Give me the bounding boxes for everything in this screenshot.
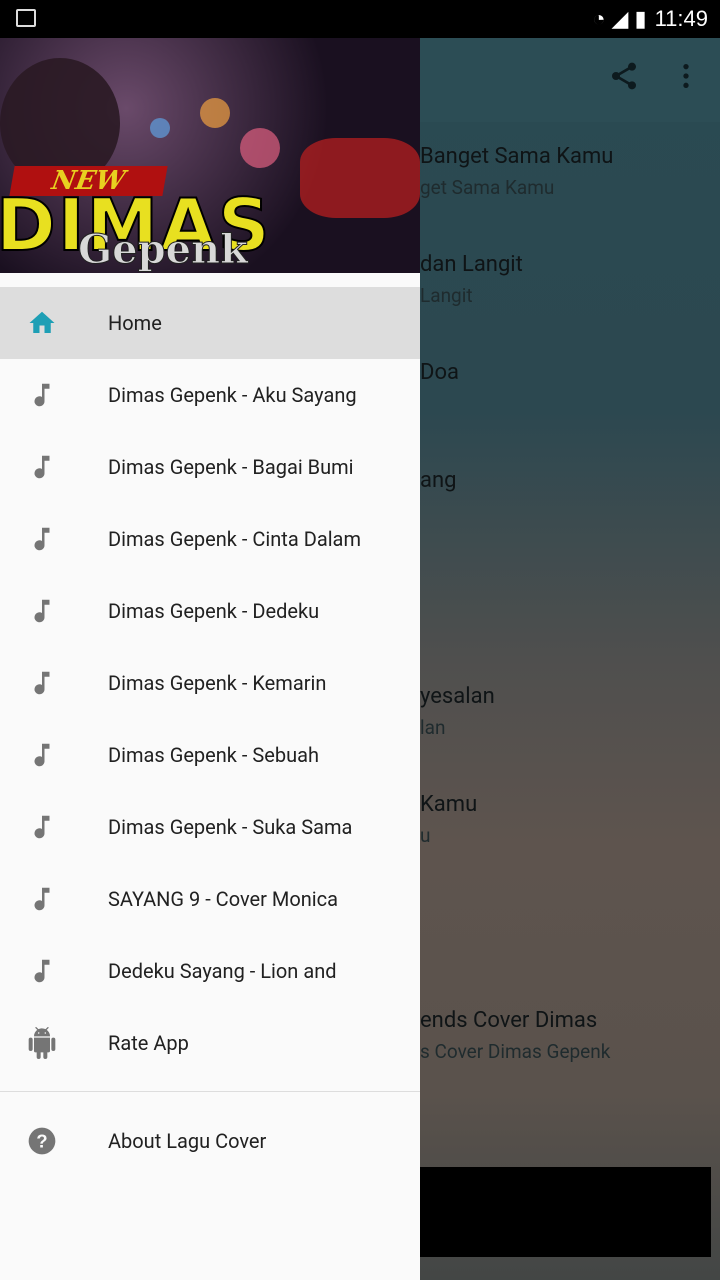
drawer-item-sayang-9-cover-monica[interactable]: SAYANG 9 - Cover Monica [0, 863, 420, 935]
drawer-item-dimas-gepenk-cinta-dalam[interactable]: Dimas Gepenk - Cinta Dalam [0, 503, 420, 575]
wifi-icon: ◔ [592, 6, 606, 31]
music-note-icon [26, 667, 58, 699]
drawer-item-label: Dimas Gepenk - Cinta Dalam [108, 527, 361, 551]
android-icon [26, 1027, 58, 1059]
song-subtitle: get Sama Kamu [420, 176, 555, 199]
drawer-item-about[interactable]: ? About Lagu Cover [0, 1105, 420, 1177]
more-vert-icon[interactable] [676, 60, 696, 100]
music-note-icon [26, 883, 58, 915]
drawer-item-dimas-gepenk-aku-sayang[interactable]: Dimas Gepenk - Aku Sayang [0, 359, 420, 431]
song-title: dan Langit [420, 252, 523, 277]
drawer-item-label: Rate App [108, 1031, 189, 1055]
drawer-item-label: Dimas Gepenk - Sebuah [108, 743, 320, 767]
song-title: Banget Sama Kamu [420, 144, 614, 169]
home-icon [26, 307, 58, 339]
song-title: Kamu [420, 792, 478, 817]
signal-icon: ◢ [611, 6, 629, 31]
drawer-item-dimas-gepenk-suka-sama[interactable]: Dimas Gepenk - Suka Sama [0, 791, 420, 863]
song-subtitle: u [420, 824, 431, 847]
music-note-icon [26, 595, 58, 627]
logo-subtitle: Gepenk [78, 226, 249, 274]
ad-banner[interactable] [420, 1167, 711, 1257]
song-title: ang [420, 468, 457, 493]
drawer-item-label: Dimas Gepenk - Kemarin [108, 671, 327, 695]
drawer-item-label: Dimas Gepenk - Bagai Bumi [108, 455, 354, 479]
song-subtitle: Langit [420, 284, 473, 307]
music-note-icon [26, 811, 58, 843]
music-note-icon [26, 739, 58, 771]
drawer-item-label: About Lagu Cover [108, 1129, 267, 1153]
drawer-item-label: Dimas Gepenk - Suka Sama [108, 815, 353, 839]
drawer-header-image: NEW DIMAS Gepenk [0, 38, 420, 273]
song-subtitle: s Cover Dimas Gepenk [420, 1040, 611, 1063]
music-note-icon [26, 523, 58, 555]
drawer-item-home[interactable]: Home [0, 287, 420, 359]
song-title: yesalan [420, 684, 495, 709]
drawer-item-label: SAYANG 9 - Cover Monica [108, 887, 338, 911]
battery-icon: ▮ [634, 6, 647, 31]
music-note-icon [26, 955, 58, 987]
help-icon: ? [26, 1125, 58, 1157]
status-bar: ◔ ◢ ▮ 11:49 [0, 0, 720, 38]
navigation-drawer: NEW DIMAS Gepenk Home Dimas Gepenk - Aku … [0, 38, 420, 1280]
drawer-item-dimas-gepenk-sebuah[interactable]: Dimas Gepenk - Sebuah [0, 719, 420, 791]
song-title: Doa [420, 360, 459, 385]
song-subtitle: lan [420, 716, 446, 739]
drawer-item-dimas-gepenk-kemarin[interactable]: Dimas Gepenk - Kemarin [0, 647, 420, 719]
music-note-icon [26, 379, 58, 411]
drawer-item-dedeku-sayang-lion-and[interactable]: Dedeku Sayang - Lion and [0, 935, 420, 1007]
song-title: ends Cover Dimas [420, 1008, 598, 1033]
drawer-item-dimas-gepenk-dedeku[interactable]: Dimas Gepenk - Dedeku [0, 575, 420, 647]
share-icon[interactable] [608, 60, 640, 100]
music-note-icon [26, 451, 58, 483]
clock: 11:49 [654, 6, 708, 31]
drawer-item-label: Dimas Gepenk - Dedeku [108, 599, 320, 623]
gallery-notification-icon [16, 9, 36, 27]
drawer-item-label: Home [108, 311, 162, 335]
drawer-item-label: Dedeku Sayang - Lion and [108, 959, 337, 983]
drawer-item-rate-app[interactable]: Rate App [0, 1007, 420, 1079]
drawer-divider [0, 1091, 420, 1092]
drawer-item-label: Dimas Gepenk - Aku Sayang [108, 383, 357, 407]
svg-text:?: ? [36, 1131, 47, 1152]
drawer-item-dimas-gepenk-bagai-bumi[interactable]: Dimas Gepenk - Bagai Bumi [0, 431, 420, 503]
